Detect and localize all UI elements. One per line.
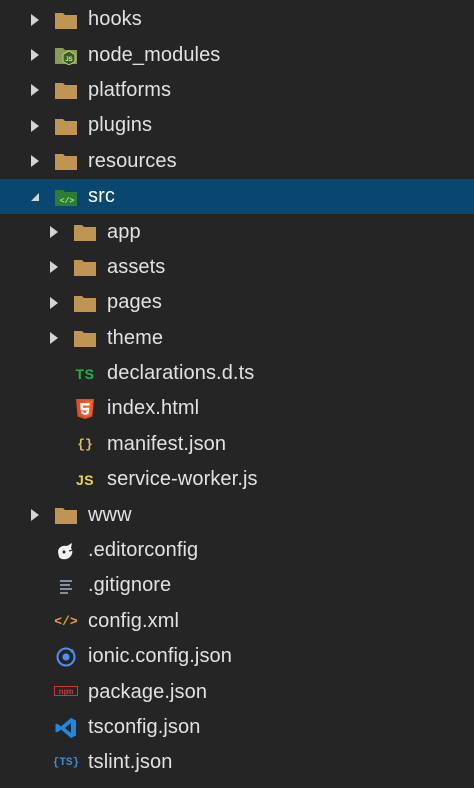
html5-icon	[73, 398, 97, 420]
file-explorer-tree: hooks JS node_modules platforms plugins …	[0, 0, 474, 781]
tree-item-tsconfig-json[interactable]: tsconfig.json	[0, 710, 474, 745]
chevron-right-icon[interactable]	[28, 151, 42, 171]
editorconfig-icon	[54, 540, 78, 562]
vscode-icon	[54, 717, 78, 739]
folder-icon	[54, 9, 78, 31]
tree-item-editorconfig[interactable]: .editorconfig	[0, 533, 474, 568]
tree-item-manifest-json[interactable]: {} manifest.json	[0, 427, 474, 462]
tree-item-package-json[interactable]: npm package.json	[0, 674, 474, 709]
tree-item-label: assets	[107, 255, 166, 278]
tree-item-label: ionic.config.json	[88, 645, 233, 668]
folder-icon	[54, 115, 78, 137]
tree-item-label: service-worker.js	[107, 468, 258, 491]
folder-icon	[54, 150, 78, 172]
tree-item-label: .gitignore	[88, 574, 172, 597]
tree-item-node-modules[interactable]: JS node_modules	[0, 37, 474, 72]
tree-item-ionic-config-json[interactable]: ionic.config.json	[0, 639, 474, 674]
typescript-icon: TS	[75, 365, 95, 382]
node-folder-icon: JS	[54, 44, 78, 66]
tree-item-label: manifest.json	[107, 432, 227, 455]
tslint-icon: {TS}	[52, 756, 80, 769]
tree-item-label: index.html	[107, 397, 200, 420]
tree-item-theme[interactable]: theme	[0, 321, 474, 356]
npm-icon: npm	[54, 681, 78, 703]
chevron-right-icon[interactable]	[28, 10, 42, 30]
tree-item-service-worker-js[interactable]: JS service-worker.js	[0, 462, 474, 497]
folder-icon	[73, 256, 97, 278]
chevron-right-icon[interactable]	[47, 328, 61, 348]
tree-item-app[interactable]: app	[0, 214, 474, 249]
chevron-right-icon[interactable]	[28, 45, 42, 65]
tree-item-index-html[interactable]: index.html	[0, 391, 474, 426]
tree-item-www[interactable]: www	[0, 497, 474, 532]
tree-item-assets[interactable]: assets	[0, 250, 474, 285]
tree-item-label: .editorconfig	[88, 539, 199, 562]
chevron-down-icon[interactable]	[28, 187, 42, 207]
tree-item-label: config.xml	[88, 609, 180, 632]
chevron-right-icon[interactable]	[47, 293, 61, 313]
svg-text:</>: </>	[60, 197, 75, 206]
chevron-right-icon[interactable]	[47, 257, 61, 277]
folder-icon	[73, 221, 97, 243]
ionic-icon	[54, 646, 78, 668]
tree-item-hooks[interactable]: hooks	[0, 2, 474, 37]
javascript-icon: JS	[75, 471, 95, 488]
json-icon: {}	[77, 436, 93, 452]
tree-item-pages[interactable]: pages	[0, 285, 474, 320]
tree-item-label: theme	[107, 326, 164, 349]
src-folder-icon: </>	[54, 186, 78, 208]
xml-icon: </>	[54, 613, 78, 629]
tree-item-plugins[interactable]: plugins	[0, 108, 474, 143]
tree-item-label: declarations.d.ts	[107, 362, 255, 385]
tree-item-platforms[interactable]: platforms	[0, 73, 474, 108]
tree-item-label: tsconfig.json	[88, 716, 201, 738]
tree-item-label: resources	[88, 149, 177, 172]
tree-item-label: hooks	[88, 8, 142, 31]
tree-item-label: app	[107, 220, 141, 243]
chevron-right-icon[interactable]	[28, 505, 42, 525]
tree-item-label: package.json	[88, 680, 208, 703]
tree-item-label: src	[88, 185, 115, 208]
chevron-right-icon[interactable]	[28, 116, 42, 136]
tree-item-label: www	[88, 503, 132, 526]
tree-item-src[interactable]: </> src	[0, 178, 474, 215]
folder-icon	[73, 292, 97, 314]
chevron-right-icon[interactable]	[47, 222, 61, 242]
folder-icon	[54, 504, 78, 526]
chevron-right-icon[interactable]	[28, 80, 42, 100]
tree-item-label: platforms	[88, 78, 172, 101]
tree-item-label: plugins	[88, 114, 153, 137]
folder-icon	[54, 79, 78, 101]
tree-item-label: node_modules	[88, 43, 221, 66]
svg-text:npm: npm	[59, 688, 74, 697]
tree-item-declarations-d-ts[interactable]: TS declarations.d.ts	[0, 356, 474, 391]
tree-item-config-xml[interactable]: </> config.xml	[0, 604, 474, 639]
tree-item-label: pages	[107, 291, 162, 314]
folder-icon	[73, 327, 97, 349]
tree-item-resources[interactable]: resources	[0, 144, 474, 179]
tree-item-tslint-json[interactable]: {TS} tslint.json	[0, 745, 474, 780]
tree-item-gitignore[interactable]: .gitignore	[0, 568, 474, 603]
svg-text:JS: JS	[65, 57, 72, 63]
tree-item-label: tslint.json	[88, 751, 173, 774]
lines-icon	[54, 575, 78, 597]
